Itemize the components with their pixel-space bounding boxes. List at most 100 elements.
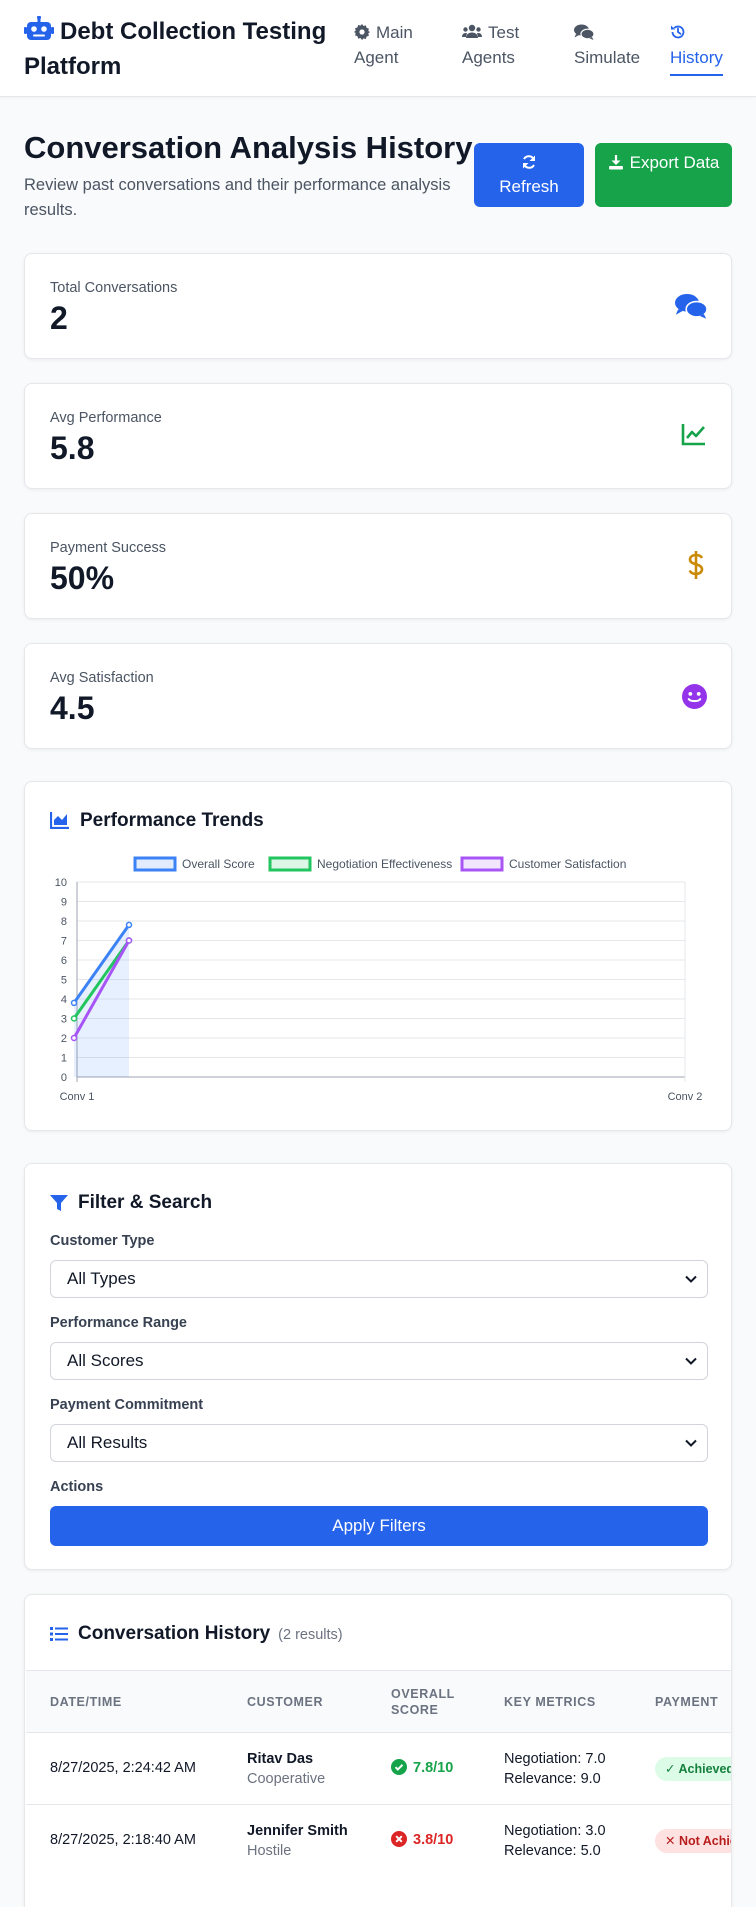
overall-score-value: 7.8/10: [413, 1760, 454, 1776]
section-title: Conversation History (2 results): [50, 1621, 343, 1648]
stat-label: Avg Performance: [50, 410, 162, 426]
nav-simulate[interactable]: Simulate: [574, 20, 640, 70]
filter-search-card: Filter & Search Customer Type All Types …: [24, 1163, 732, 1570]
payment-status-badge: ✕ Not Achieved: [655, 1829, 731, 1853]
x-circle-icon: [391, 1831, 407, 1847]
trends-title: Performance Trends: [80, 810, 264, 831]
row-datetime: 8/27/2025, 2:18:40 AM: [50, 1832, 196, 1848]
y-tick-label: 0: [61, 1072, 67, 1084]
line-chart-icon: [681, 422, 707, 451]
legend-label-0: Overall Score: [182, 857, 255, 871]
col-overall-score-line2: Score: [391, 1703, 439, 1717]
nav-history[interactable]: History: [670, 20, 723, 76]
performance-range-label: Performance Range: [50, 1315, 187, 1331]
actions-label: Actions: [50, 1479, 104, 1495]
customer-name: Ritav Das: [247, 1751, 314, 1767]
y-tick-label: 6: [61, 955, 67, 967]
metric-negotiation: Negotiation: 7.0: [504, 1751, 606, 1767]
app-brand[interactable]: Debt Collection Testing Platform: [24, 15, 344, 83]
stat-card-total-conversations: Total Conversations 2: [24, 253, 732, 359]
refresh-label: Refresh: [499, 177, 559, 196]
y-tick-label: 4: [61, 994, 67, 1006]
legend-swatch-0: [133, 856, 177, 872]
page-subtitle: Review past conversations and their perf…: [24, 176, 451, 219]
stat-value: 2: [50, 300, 68, 336]
results-count: (2 results): [278, 1627, 343, 1643]
smile-icon: [682, 684, 707, 714]
y-tick-label: 2: [61, 1033, 67, 1045]
overall-score-value: 3.8/10: [413, 1832, 454, 1848]
col-payment[interactable]: Payment: [655, 1694, 718, 1710]
y-tick-label: 9: [61, 897, 67, 909]
area-chart-icon: [49, 812, 69, 830]
y-tick-label: 1: [61, 1053, 67, 1065]
x-tick-label: Conv 2: [668, 1091, 703, 1103]
overall-score: 3.8/10: [391, 1830, 453, 1850]
series-area-0: [74, 924, 129, 1077]
customer-type: Hostile: [247, 1843, 292, 1859]
check-circle-icon: [391, 1759, 407, 1775]
table-row[interactable]: 8/27/2025, 2:18:40 AM Jennifer Smith Hos…: [26, 1804, 731, 1876]
y-tick-label: 7: [61, 936, 67, 948]
table-header: Date/Time Customer Overall Score Key Met…: [26, 1670, 731, 1732]
stat-card-avg-satisfaction: Avg Satisfaction 4.5: [24, 643, 732, 749]
customer-name: Jennifer Smith: [247, 1823, 348, 1839]
page-title: Conversation Analysis History: [24, 130, 473, 165]
table-row[interactable]: 8/27/2025, 2:24:42 AM Ritav Das Cooperat…: [26, 1732, 731, 1804]
legend-label-1: Negotiation Effectiveness: [317, 857, 452, 871]
performance-range-select[interactable]: All Scores: [50, 1342, 708, 1380]
filter-icon: [50, 1195, 68, 1211]
series-point-2: [70, 1034, 78, 1042]
metric-relevance: Relevance: 9.0: [504, 1771, 601, 1787]
history-icon: [671, 25, 685, 39]
col-key-metrics[interactable]: Key Metrics: [504, 1694, 596, 1710]
performance-trends-chart: 0 1 2 3 4 5 6 7 8 9 10 Conv 1 Conv 2 Overall Score Neg…: [55, 856, 703, 1103]
customer-type-select[interactable]: All Types: [50, 1260, 708, 1298]
nav-main-agent[interactable]: Main Agent: [354, 20, 434, 70]
app-title: Debt Collection Testing Platform: [24, 18, 327, 80]
x-tick-label: Conv 1: [60, 1091, 95, 1103]
stat-value: 50%: [50, 560, 115, 596]
overall-score: 7.8/10: [391, 1758, 453, 1778]
stat-label: Payment Success: [50, 540, 167, 556]
users-icon: [462, 24, 482, 38]
nav-simulate-label: Simulate: [574, 48, 641, 67]
chevron-down-icon: [685, 1357, 697, 1365]
stat-label: Total Conversations: [50, 280, 178, 296]
export-data-button[interactable]: Export Data: [595, 143, 732, 207]
stat-value: 4.5: [50, 690, 95, 726]
legend-label-2: Customer Satisfaction: [509, 857, 626, 871]
history-title: Conversation History: [78, 1623, 271, 1644]
col-customer[interactable]: Customer: [247, 1694, 323, 1710]
apply-filters-button[interactable]: Apply Filters: [50, 1506, 708, 1546]
dollar-icon: [687, 550, 705, 585]
col-datetime[interactable]: Date/Time: [50, 1694, 122, 1710]
payment-commitment-select[interactable]: All Results: [50, 1424, 708, 1462]
col-overall-score[interactable]: Overall Score: [391, 1686, 455, 1718]
refresh-icon: [523, 155, 535, 169]
y-tick-label: 3: [61, 1014, 67, 1026]
comments-icon: [574, 24, 595, 40]
nav-test-agents[interactable]: Test Agents: [462, 20, 542, 70]
stat-card-payment-success: Payment Success 50%: [24, 513, 732, 619]
series-point-0: [70, 999, 78, 1007]
legend-swatch-2: [460, 856, 504, 872]
y-tick-label: 8: [61, 916, 67, 928]
chevron-down-icon: [685, 1439, 697, 1447]
row-datetime: 8/27/2025, 2:24:42 AM: [50, 1760, 196, 1776]
series-point-0: [125, 921, 133, 929]
chevron-down-icon: [685, 1275, 697, 1283]
payment-commitment-label: Payment Commitment: [50, 1397, 204, 1413]
top-navbar: Debt Collection Testing Platform Main Ag…: [0, 0, 756, 97]
performance-trends-card: Performance Trends 0 1 2 3 4 5 6 7 8 9 10 Conv 1 Con…: [24, 781, 732, 1131]
y-tick-label: 5: [61, 975, 67, 987]
y-tick-label: 10: [55, 877, 67, 889]
export-label: Export Data: [629, 153, 720, 172]
download-icon: [608, 155, 623, 170]
robot-icon: [24, 15, 54, 51]
customer-type: Cooperative: [247, 1771, 326, 1787]
comments-icon: [675, 292, 708, 325]
gear-icon: [354, 24, 370, 40]
stat-label: Avg Satisfaction: [50, 670, 154, 686]
refresh-button[interactable]: Refresh: [474, 143, 584, 207]
